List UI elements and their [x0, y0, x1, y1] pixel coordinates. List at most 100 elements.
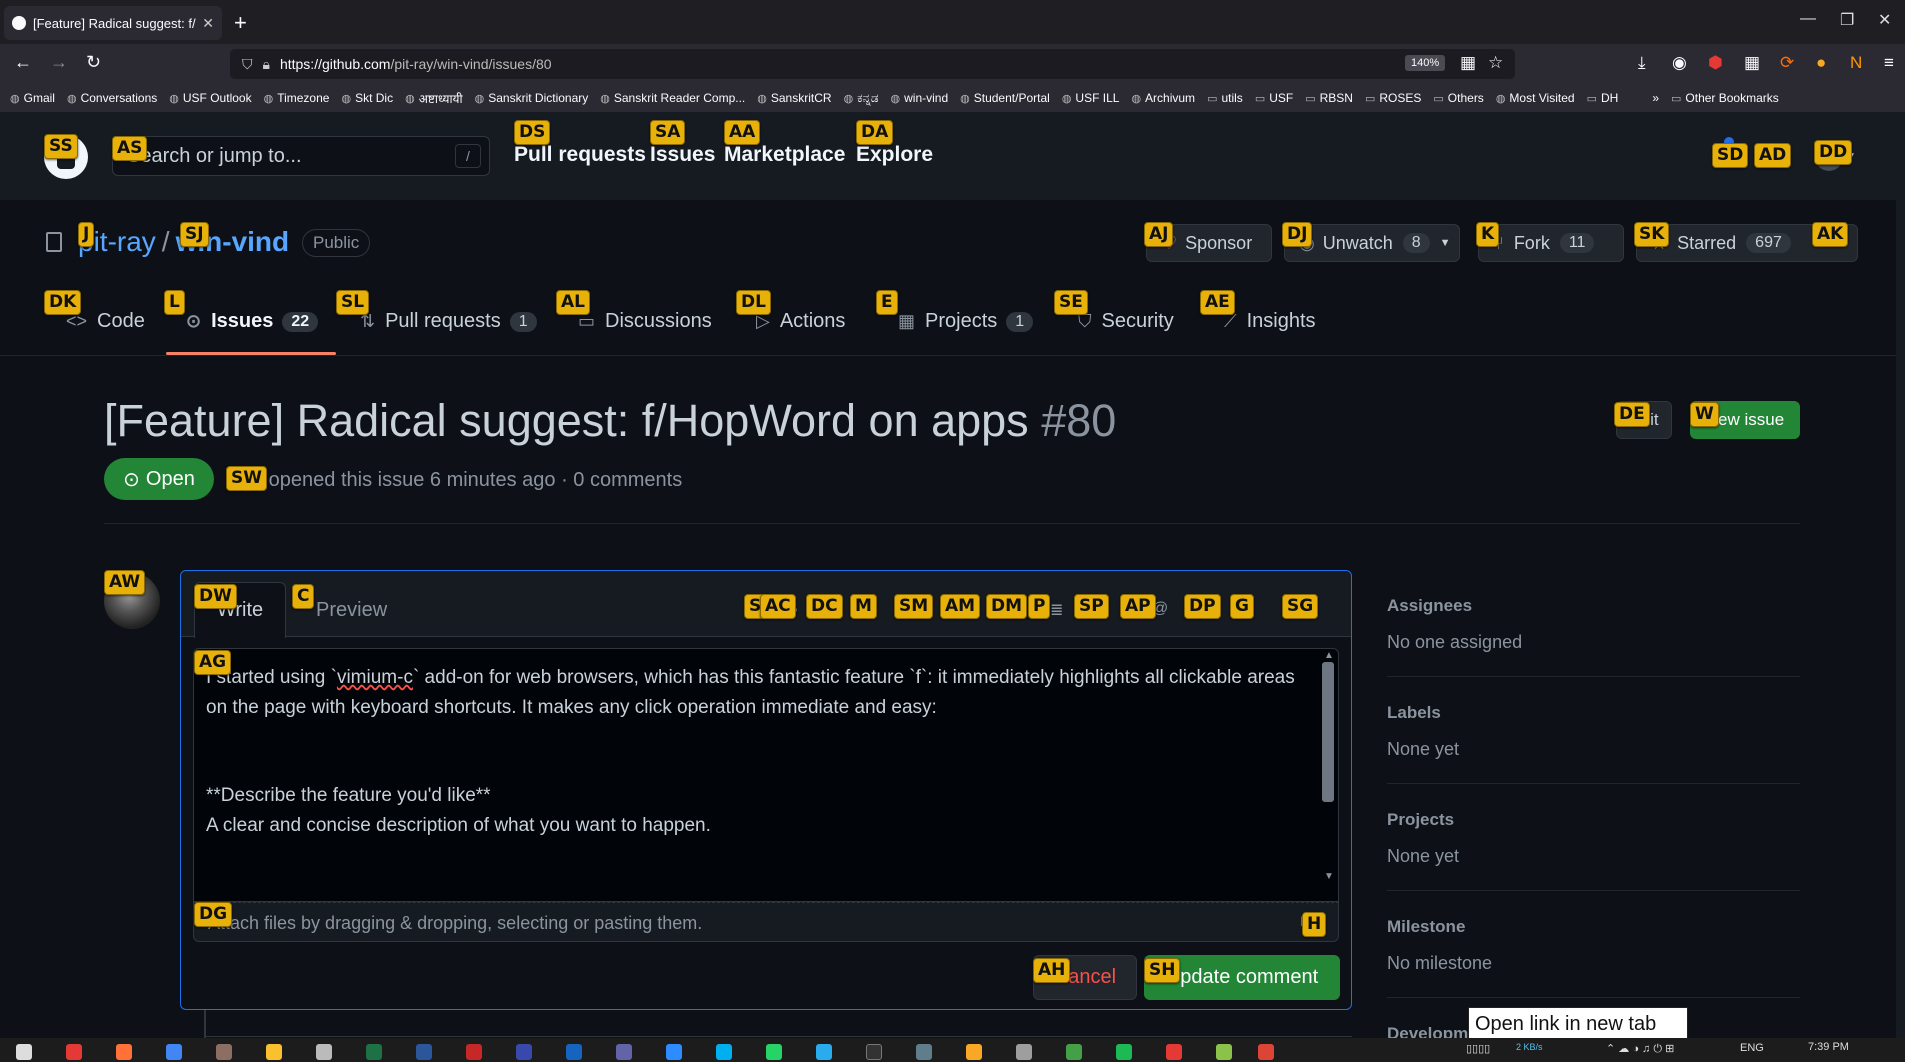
link-hint[interactable]: SE [1054, 290, 1088, 315]
link-hint[interactable]: C [292, 584, 315, 609]
textarea-scrollbar[interactable] [1322, 662, 1334, 802]
chrome-icon[interactable] [166, 1044, 182, 1060]
taskbar-app-icon[interactable] [316, 1044, 332, 1060]
link-hint[interactable]: DK [44, 290, 82, 315]
taskbar-app-icon[interactable] [1216, 1044, 1232, 1060]
tray-icons[interactable]: ▯▯▯▯ [1466, 1042, 1490, 1055]
sidebar-heading-milestone[interactable]: Milestone [1387, 917, 1465, 937]
nav-marketplace[interactable]: Marketplace [724, 143, 845, 167]
search-input[interactable]: Search or jump to... / [112, 136, 490, 176]
telegram-icon[interactable] [816, 1044, 832, 1060]
link-hint[interactable]: AP [1120, 594, 1156, 619]
tray-icons[interactable]: ⌃ ☁ ◑ ♫ ⏻ ⊞ [1606, 1042, 1674, 1056]
bookmark-item[interactable]: ◍ ಕನ್ನಡ [844, 91, 879, 106]
link-hint[interactable]: SL [336, 290, 370, 315]
excel-icon[interactable] [366, 1044, 382, 1060]
bookmark-item[interactable]: ◍ Archivum [1131, 91, 1195, 105]
link-hint[interactable]: SD [1712, 143, 1749, 168]
sidebar-heading-labels[interactable]: Labels [1387, 703, 1441, 723]
extension-icon[interactable]: ◉ [1672, 53, 1687, 73]
bookmark-item[interactable]: ▭ ROSES [1365, 91, 1421, 105]
link-hint[interactable]: AC [760, 594, 796, 619]
link-hint[interactable]: P [1028, 594, 1051, 619]
link-hint[interactable]: SH [1144, 958, 1181, 983]
link-hint[interactable]: DP [1184, 594, 1221, 619]
link-hint[interactable]: SM [894, 594, 934, 619]
link-hint[interactable]: AW [104, 570, 146, 595]
fork-button[interactable]: ⑂ Fork 11 [1478, 224, 1624, 262]
link-hint[interactable]: DE [1614, 402, 1650, 427]
link-hint[interactable]: AM [940, 594, 981, 619]
star-bookmark-icon[interactable]: ☆ [1488, 53, 1503, 73]
link-hint[interactable]: G [1230, 594, 1254, 619]
taskbar-app-icon[interactable] [566, 1044, 582, 1060]
link-hint[interactable]: DW [194, 584, 237, 609]
link-hint[interactable]: AK [1812, 222, 1849, 247]
link-hint[interactable]: E [876, 290, 898, 315]
bookmark-item[interactable]: ▭ DH [1587, 91, 1619, 105]
tab-projects[interactable]: ▦ Projects 1 [898, 310, 1034, 333]
folder-icon[interactable] [966, 1044, 982, 1060]
bookmark-item[interactable]: ▭ Others [1433, 91, 1483, 105]
page-scrollbar[interactable] [1896, 112, 1905, 1038]
close-tab-icon[interactable]: ✕ [202, 15, 214, 32]
extension-icon[interactable]: ⟳ [1780, 53, 1794, 73]
link-hint[interactable]: DG [194, 902, 233, 927]
teams-icon[interactable] [616, 1044, 632, 1060]
bookmark-item[interactable]: ◍ USF Outlook [169, 91, 251, 105]
reload-icon[interactable]: ↻ [86, 52, 101, 73]
nav-issues[interactable]: Issues [650, 143, 715, 167]
taskbar-app-icon[interactable] [66, 1044, 82, 1060]
bookmarks-overflow-button[interactable]: » [1652, 91, 1659, 105]
bookmark-item[interactable]: ◍ SanskritCR [757, 91, 831, 105]
link-hint[interactable]: DC [806, 594, 843, 619]
forward-icon[interactable]: → [50, 52, 68, 73]
settings-icon[interactable] [916, 1044, 932, 1060]
link-hint[interactable]: AS [112, 136, 148, 161]
link-hint[interactable]: DM [986, 594, 1028, 619]
back-icon[interactable]: ← [14, 52, 32, 73]
menu-icon[interactable]: ≡ [1884, 53, 1894, 73]
new-tab-button[interactable]: + [234, 10, 247, 36]
sidebar-heading-assignees[interactable]: Assignees [1387, 596, 1472, 616]
link-hint[interactable]: J [78, 222, 95, 247]
download-icon[interactable]: ⤓ [1638, 53, 1646, 73]
bookmark-item[interactable]: ◍ Gmail [10, 91, 55, 105]
link-hint[interactable]: H [1302, 912, 1327, 937]
tab-pull-requests[interactable]: ⇅ Pull requests 1 [360, 310, 537, 333]
link-hint[interactable]: AA [724, 120, 761, 145]
word-icon[interactable] [416, 1044, 432, 1060]
vimium-icon[interactable]: N [1850, 53, 1862, 73]
bookmark-item[interactable]: ◍ Timezone [264, 91, 330, 105]
link-hint[interactable]: AG [194, 650, 232, 675]
scroll-up-icon[interactable]: ▲ [1324, 650, 1334, 661]
comment-textarea[interactable]: I started using `vimium-c` add-on for we… [193, 648, 1339, 902]
address-bar[interactable]: ⛉ 🔒︎ https://github.com/pit-ray/win-vind… [230, 49, 1515, 79]
link-hint[interactable]: AH [1033, 958, 1071, 983]
sidebar-heading-projects[interactable]: Projects [1387, 810, 1454, 830]
link-hint[interactable]: AD [1754, 143, 1792, 168]
link-hint[interactable]: SP [1074, 594, 1109, 619]
link-hint[interactable]: DA [856, 120, 894, 145]
close-window-icon[interactable]: ✕ [1878, 10, 1891, 30]
tab-preview[interactable]: Preview [316, 599, 387, 622]
bookmark-item[interactable]: ◍ Skt Dic [341, 91, 393, 105]
other-bookmarks-folder[interactable]: ▭ Other Bookmarks [1671, 91, 1779, 105]
ordered-list-icon[interactable]: ≣ [1050, 600, 1063, 620]
tab-issues[interactable]: ⊙ Issues 22 [186, 310, 319, 333]
bookmark-item[interactable]: ▭ RBSN [1305, 91, 1353, 105]
link-hint[interactable]: DL [736, 290, 771, 315]
link-hint[interactable]: AJ [1144, 222, 1174, 247]
extension-grid-icon[interactable]: ▦ [1744, 53, 1760, 73]
link-hint[interactable]: SS [44, 134, 78, 159]
taskbar-app-icon[interactable] [1258, 1044, 1274, 1060]
scroll-down-icon[interactable]: ▼ [1324, 871, 1334, 882]
firefox-icon[interactable] [116, 1044, 132, 1060]
link-hint[interactable]: SJ [180, 222, 209, 247]
link-hint[interactable]: SK [1634, 222, 1670, 247]
link-hint[interactable]: DD [1814, 140, 1853, 165]
taskbar-app-icon[interactable] [466, 1044, 482, 1060]
link-hint[interactable]: W [1690, 402, 1719, 427]
link-hint[interactable]: M [850, 594, 877, 619]
link-hint[interactable]: SA [650, 120, 686, 145]
